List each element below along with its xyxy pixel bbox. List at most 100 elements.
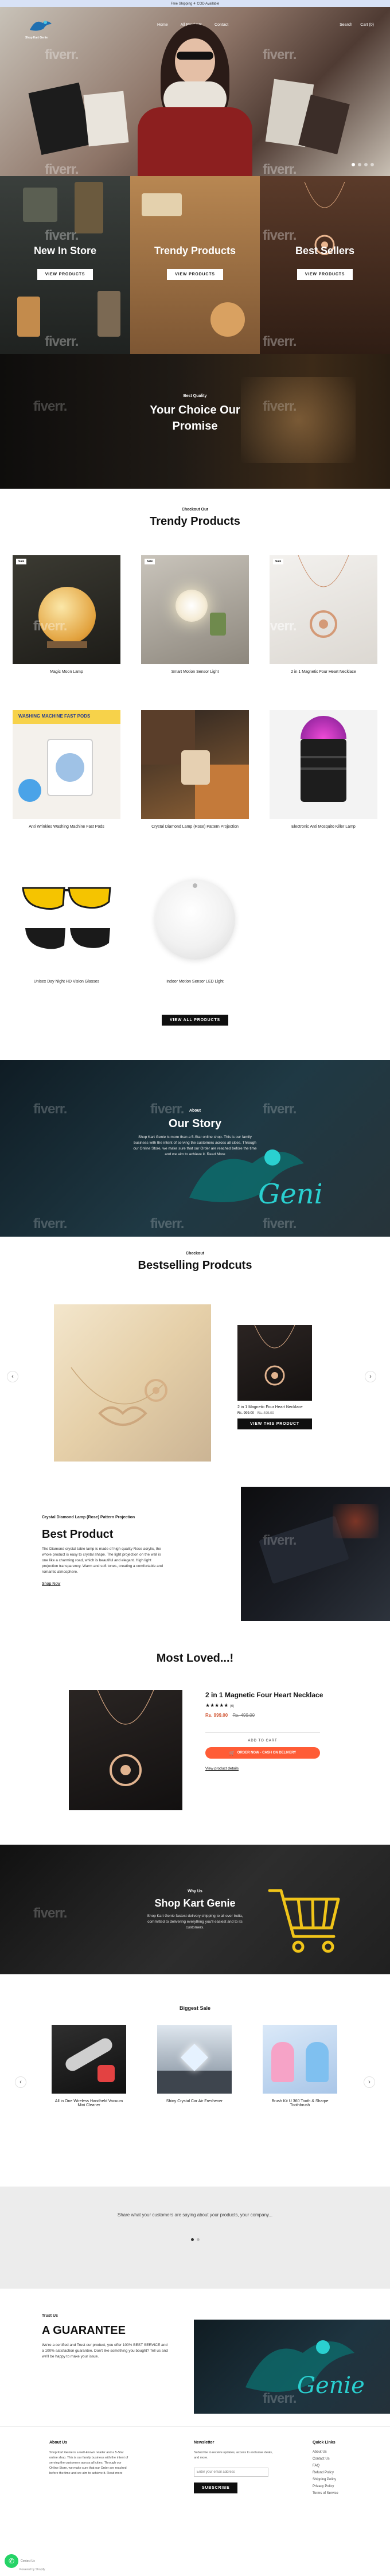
view-all-products-button[interactable]: VIEW ALL PRODUCTS [162, 1015, 228, 1026]
sale-product-card[interactable]: Shiny Crystal Car Air Freshener [157, 2025, 232, 2103]
product-title[interactable]: All in One Wireless Handheld Vacuum Mini… [52, 2099, 126, 2107]
most-loved-title: Most Loved...! [156, 1652, 234, 1665]
slider-dot[interactable] [190, 2238, 194, 2241]
product-image [141, 710, 249, 819]
category-tiles: New In Store VIEW PRODUCTS Trendy Produc… [0, 176, 390, 354]
product-title[interactable]: 2 in 1 Magnetic Four Heart Necklace [270, 670, 377, 674]
footer-link-shipping[interactable]: Shipping Policy [313, 2478, 370, 2481]
announcement-bar: Free Shipping ✈ COD Available [0, 0, 390, 7]
product-card[interactable]: Indoor Motion Sensor LED Light [141, 865, 249, 984]
product-card[interactable]: Sale 2 in 1 Magnetic Four Heart Necklace [270, 555, 377, 674]
product-title[interactable]: Shiny Crystal Car Air Freshener [157, 2099, 232, 2103]
watermark: fiverr. [45, 334, 79, 349]
slider-dot[interactable] [352, 163, 355, 166]
bestselling-product-name[interactable]: 2 in 1 Magnetic Four Heart Necklace [237, 1405, 312, 1409]
product-card[interactable]: Sale Magic Moon Lamp [13, 555, 120, 674]
watermark: fiverr. [263, 2391, 297, 2406]
carousel-prev-button[interactable]: ‹ [7, 1371, 18, 1382]
why-kicker: Why Us [188, 1889, 202, 1893]
carousel-next-button[interactable]: › [364, 2076, 375, 2088]
chevron-right-icon: › [368, 2079, 370, 2086]
category-tile-trendy-products[interactable]: Trendy Products VIEW PRODUCTS [130, 176, 260, 354]
product-title[interactable]: Crystal Diamond Lamp (Rose) Pattern Proj… [141, 825, 249, 829]
watermark: fiverr. [263, 618, 297, 634]
biggest-sale-section: Biggest Sale ‹ › All in One Wireless Han… [0, 1974, 390, 2187]
product-title[interactable]: Smart Motion Sensor Light [141, 670, 249, 674]
footer-link-faq[interactable]: FAQ [313, 2464, 370, 2468]
whatsapp-icon: ✆ [5, 2554, 18, 2568]
order-now-button[interactable]: 🛒 ORDER NOW - CASH ON DELIVERY [205, 1747, 320, 1759]
view-product-details-link[interactable]: View product details [205, 1767, 239, 1771]
product-image [237, 1325, 312, 1401]
sale-product-card[interactable]: All in One Wireless Handheld Vacuum Mini… [52, 2025, 126, 2107]
watermark: fiverr. [263, 228, 297, 243]
cart-icon: 🛒 [229, 1750, 235, 1756]
slider-dot[interactable] [364, 163, 368, 166]
product-title[interactable]: Magic Moon Lamp [13, 670, 120, 674]
guarantee-image: Genie fiverr. [194, 2320, 390, 2414]
footer-about: About Us Shop Kart Genie is a well-known… [49, 2441, 130, 2476]
best-product-link[interactable]: Shop Now [42, 1582, 60, 1586]
category-tile-best-sellers[interactable]: Best Sellers VIEW PRODUCTS [260, 176, 390, 354]
view-products-button[interactable]: VIEW PRODUCTS [37, 269, 93, 280]
bestselling-kicker: Checkout [186, 1252, 204, 1256]
product-image [263, 2025, 337, 2094]
slider-dot[interactable] [196, 2238, 200, 2241]
product-title[interactable]: Anti Wrinkles Washing Machine Fast Pods [13, 825, 120, 829]
footer-link-privacy[interactable]: Privacy Policy [313, 2485, 370, 2488]
slider-dot[interactable] [358, 163, 361, 166]
carousel-next-button[interactable]: › [365, 1371, 376, 1382]
view-this-product-button[interactable]: VIEW THIS PRODUCT [237, 1418, 312, 1429]
view-products-button[interactable]: VIEW PRODUCTS [167, 269, 223, 280]
view-products-button[interactable]: VIEW PRODUCTS [297, 269, 353, 280]
review-count: (6) [229, 1705, 235, 1708]
product-card[interactable]: Electronic Anti Mosquito Killer Lamp [270, 710, 377, 829]
add-to-cart-button[interactable]: ADD TO CART [205, 1739, 320, 1743]
why-us-section: Why Us Shop Kart Genie Shop Kart Genie f… [0, 1845, 390, 1974]
category-title: Trendy Products [154, 245, 236, 256]
guarantee-title: A GUARANTEE [42, 2324, 126, 2337]
footer-about-title: About Us [49, 2441, 68, 2445]
product-title[interactable]: Electronic Anti Mosquito Killer Lamp [270, 825, 377, 829]
product-title[interactable]: Brush Kit U 360 Tooth & Sharpe Toothbrus… [263, 2099, 337, 2107]
footer-newsletter: Newsletter Subscribe to receive updates,… [194, 2441, 274, 2493]
watermark: fiverr. [263, 334, 297, 349]
most-loved-price-row: Rs. 999.00 Rs. 499.00 [205, 1713, 255, 1718]
category-tile-new-in-store[interactable]: New In Store VIEW PRODUCTS [0, 176, 130, 354]
necklace-image-icon [71, 1367, 167, 1426]
subscribe-button[interactable]: SUBSCRIBE [194, 2483, 238, 2493]
product-title[interactable]: Unisex Day Night HD Vision Glasses [13, 980, 120, 984]
most-loved-product-name[interactable]: 2 in 1 Magnetic Four Heart Necklace [205, 1691, 323, 1699]
sale-product-card[interactable]: Brush Kit U 360 Tooth & Sharpe Toothbrus… [263, 2025, 337, 2107]
product-image [157, 2025, 232, 2094]
watermark: fiverr. [263, 1216, 297, 1232]
footer-newsletter-body: Subscribe to receive updates, access to … [194, 2451, 273, 2460]
watermark: fiverr. [263, 1101, 297, 1117]
product-card[interactable]: Crystal Diamond Lamp (Rose) Pattern Proj… [141, 710, 249, 829]
bestselling-product-card[interactable]: 2 in 1 Magnetic Four Heart Necklace Rs. … [237, 1325, 312, 1429]
footer-link-about[interactable]: About Us [313, 2450, 370, 2454]
footer-link-contact[interactable]: Contact Us [313, 2457, 370, 2461]
testimonial-section: Share what your customers are saying abo… [0, 2187, 390, 2289]
star-icon: ★★★★★ [205, 1702, 229, 1708]
our-story-section: Genie About Our Story Shop Kart Genie is… [0, 1060, 390, 1237]
powered-by[interactable]: Powered by Shopify [20, 2568, 45, 2571]
product-title[interactable]: Indoor Motion Sensor LED Light [141, 980, 249, 984]
category-title: New In Store [33, 245, 97, 256]
footer-link-refund[interactable]: Refund Policy [313, 2471, 370, 2474]
genie-logo-icon: Genie [245, 2340, 365, 2399]
email-input[interactable] [194, 2468, 268, 2477]
product-card[interactable]: WASHING MACHINE FAST PODS Anti Wrinkles … [13, 710, 120, 829]
trendy-kicker: Checkout Our [181, 508, 209, 512]
product-card[interactable]: Unisex Day Night HD Vision Glasses [13, 865, 120, 984]
slider-dot[interactable] [370, 163, 374, 166]
whatsapp-button[interactable]: ✆ Contact Us [5, 2554, 35, 2568]
carousel-prev-button[interactable]: ‹ [15, 2076, 26, 2088]
trendy-products-grid: Sale Magic Moon Lamp Sale Smart Motion S… [0, 555, 390, 1026]
footer-link-terms[interactable]: Terms of Service [313, 2492, 370, 2495]
promise-title-line2: Promise [172, 420, 218, 432]
promise-banner: Best Quality Your Choice Our Promise fiv… [0, 354, 390, 489]
product-image [52, 2025, 126, 2094]
product-card[interactable]: Sale Smart Motion Sensor Light [141, 555, 249, 674]
watermark: fiverr. [33, 1101, 67, 1117]
